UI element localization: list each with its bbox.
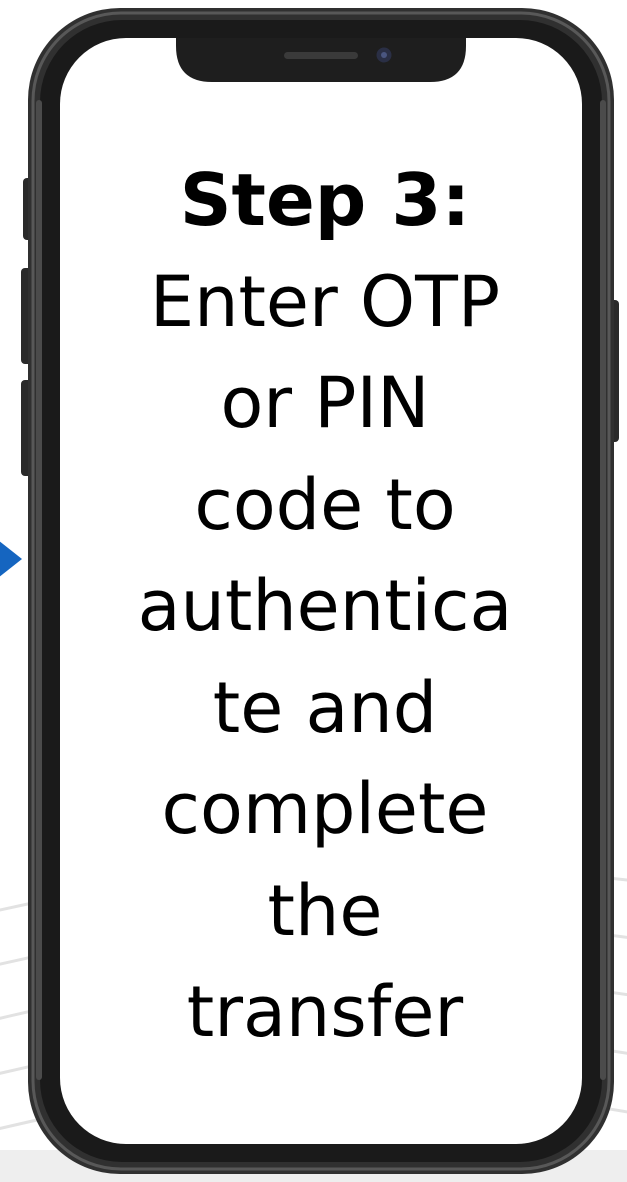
step-description: Step 3: Enter OTP or PIN code to authent… (90, 150, 560, 1064)
infographic-step-card: Step 3: Enter OTP or PIN code to authent… (0, 0, 627, 1182)
step-heading: Step 3: (179, 158, 471, 242)
step-text-line: te and (212, 666, 438, 749)
step-text-line: complete (161, 768, 489, 850)
step-text-line: the (267, 869, 383, 952)
step-text-line: Enter OTP (149, 260, 501, 343)
step-text-line: code to (194, 463, 456, 546)
speaker-grille-icon (284, 52, 358, 59)
notch (176, 38, 466, 82)
step-text-line: transfer (186, 971, 464, 1053)
step-text-line: authentica (137, 565, 513, 647)
step-text-line: or PIN (220, 362, 430, 444)
